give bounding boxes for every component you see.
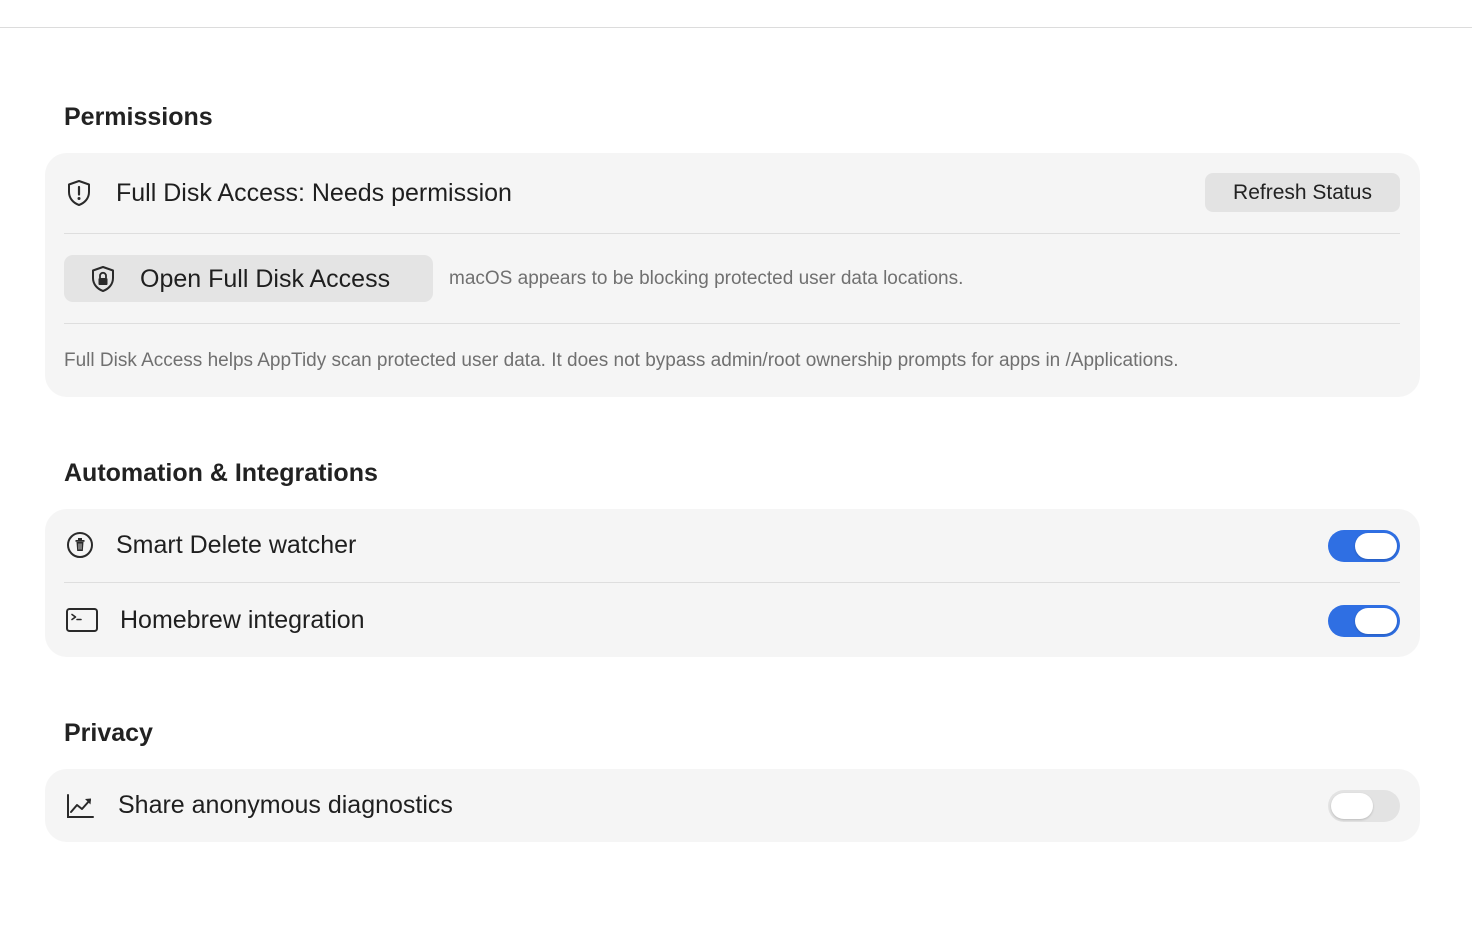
smart-delete-label: Smart Delete watcher: [116, 531, 357, 559]
homebrew-label: Homebrew integration: [120, 606, 365, 634]
shield-exclamation-icon: [64, 178, 94, 208]
homebrew-toggle[interactable]: [1328, 605, 1400, 637]
open-full-disk-access-label: Open Full Disk Access: [140, 265, 391, 293]
chart-line-icon: [65, 791, 95, 821]
row-divider: [64, 323, 1400, 324]
toggle-knob: [1331, 793, 1373, 819]
toggle-knob: [1355, 608, 1397, 634]
row-divider: [64, 233, 1400, 234]
permissions-section-title: Permissions: [64, 103, 213, 131]
shield-lock-icon: [89, 265, 117, 293]
share-diagnostics-toggle[interactable]: [1328, 790, 1400, 822]
automation-card: Smart Delete watcher Homebrew integratio…: [45, 509, 1420, 657]
open-full-disk-access-button[interactable]: Open Full Disk Access: [64, 255, 433, 302]
homebrew-row: Homebrew integration: [45, 583, 1420, 657]
permissions-card: Full Disk Access: Needs permission Refre…: [45, 153, 1420, 397]
trash-circle-icon: [65, 530, 95, 560]
smart-delete-toggle[interactable]: [1328, 530, 1400, 562]
refresh-status-button[interactable]: Refresh Status: [1205, 173, 1400, 212]
automation-section-title: Automation & Integrations: [64, 459, 378, 487]
share-diagnostics-label: Share anonymous diagnostics: [118, 791, 453, 819]
top-divider: [0, 27, 1472, 28]
blocking-hint: macOS appears to be blocking protected u…: [449, 268, 964, 289]
full-disk-access-status: Full Disk Access: Needs permission: [116, 179, 512, 207]
privacy-section-title: Privacy: [64, 719, 153, 747]
privacy-card: Share anonymous diagnostics: [45, 769, 1420, 842]
terminal-icon: [65, 605, 99, 635]
smart-delete-row: Smart Delete watcher: [45, 509, 1420, 582]
full-disk-access-info-note: Full Disk Access helps AppTidy scan prot…: [64, 350, 1179, 371]
toggle-knob: [1355, 533, 1397, 559]
